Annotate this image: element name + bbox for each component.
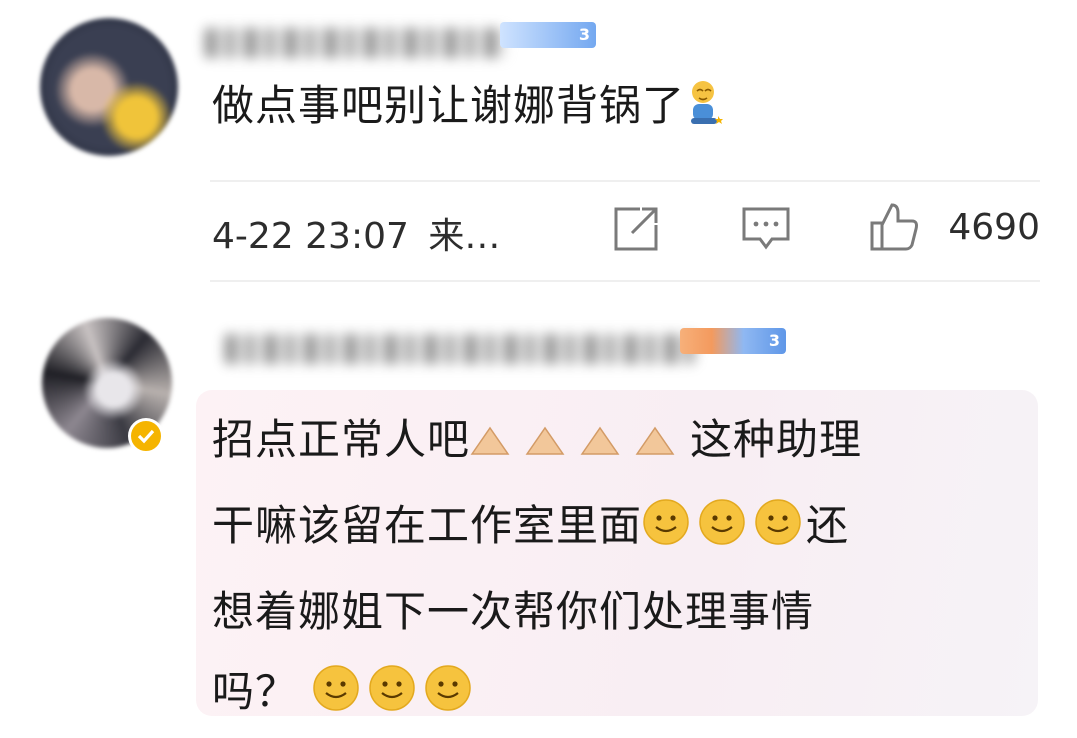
comment-text: 招点正常人吧 这种助理 干嘛该留在工作室里面 还 想着娜姐下一次帮你们处理事情 … <box>212 400 862 738</box>
divider <box>210 180 1040 182</box>
comment-text: 做点事吧别让谢娜背锅了 <box>212 66 725 152</box>
comment-text-content: 做点事吧别让谢娜背锅了 <box>212 81 686 130</box>
sitting-person-emoji <box>685 72 725 152</box>
comment-meta-row: 4-22 23:07 来… 4690 <box>212 195 1040 265</box>
username-blurred[interactable] <box>205 28 505 58</box>
like-count: 4690 <box>948 207 1040 248</box>
ok-hand-emoji <box>470 406 690 486</box>
like-button[interactable] <box>866 199 922 259</box>
comment-icon <box>742 207 790 250</box>
level-badge: 3 <box>500 22 596 48</box>
comment-text-line: 这种助理 <box>690 415 863 464</box>
smile-emoji <box>312 658 476 738</box>
comment-text-line: 干嘛该留在工作室里面 <box>212 501 643 550</box>
comment-item: 3 做点事吧别让谢娜背锅了 4-22 23:07 来… 4690 <box>0 0 1077 282</box>
avatar[interactable] <box>40 18 178 156</box>
reply-button[interactable] <box>738 203 794 259</box>
comment-source[interactable]: 来… <box>428 216 500 257</box>
comment-text-line: 吗？ <box>212 667 299 716</box>
username-blurred[interactable] <box>225 334 695 364</box>
smile-emoji <box>642 492 806 572</box>
divider <box>210 280 1040 282</box>
verified-badge-icon <box>128 418 164 454</box>
comment-text-line: 招点正常人吧 <box>212 415 471 464</box>
comment-meta: 4-22 23:07 来… <box>212 207 500 259</box>
comment-time: 4-22 23:07 <box>212 216 409 257</box>
share-icon <box>614 207 658 251</box>
comment-text-line: 想着娜姐下一次帮你们处理事情 <box>212 587 815 636</box>
comment-text-line: 还 <box>806 501 850 550</box>
share-button[interactable] <box>610 203 662 259</box>
thumbs-up-icon <box>870 203 918 251</box>
level-badge: 3 <box>680 328 786 354</box>
